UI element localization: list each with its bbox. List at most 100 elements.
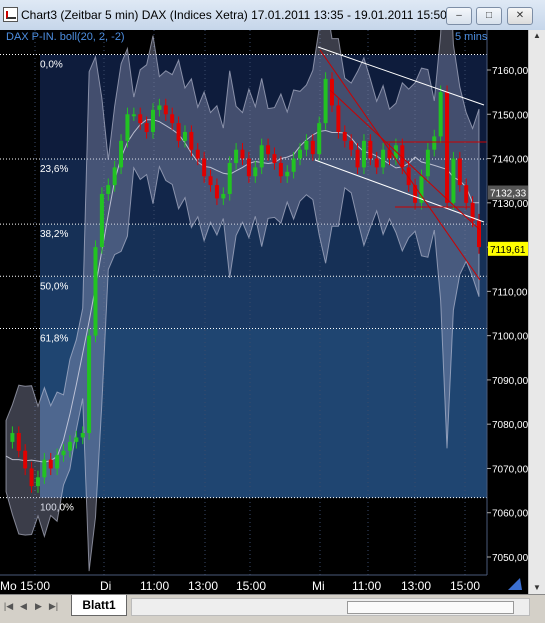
fib-label: 50,0% [40,281,68,292]
candle-body [61,450,66,456]
candle-body [29,468,34,487]
maximize-button[interactable]: □ [476,7,502,25]
candle-body [221,193,226,199]
time-tick-label: 13:00 [188,579,218,593]
candle-body [445,92,450,203]
candle-body [464,185,469,203]
candle-body [16,433,21,451]
candle-body [234,149,239,163]
price-tick-label: 7140,00 [492,155,528,166]
candle-body [106,185,111,194]
last-sheet-icon[interactable]: ▶| [48,600,59,612]
candle-body [298,149,303,159]
candle-body [214,185,219,199]
horizontal-scrollbar[interactable] [131,598,530,616]
price-tick-label: 7090,00 [492,376,528,387]
candle-body [240,149,245,159]
candle-body [266,145,271,155]
time-tick-label: 11:00 [140,579,169,593]
candle-body [246,158,251,177]
candle-body [349,140,354,150]
price-chart[interactable]: 0,0%23,6%38,2%50,0%61,8%100,0%7160,00715… [0,0,529,594]
candle-body [438,92,443,137]
chart-app-icon [3,7,18,22]
candle-body [151,109,156,132]
candle-body [342,131,347,141]
candle-body [87,335,92,434]
candle-body [163,105,168,115]
sheet-tab-blatt1[interactable]: Blatt1 [71,595,127,616]
candle-body [432,136,437,150]
fib-label: 23,6% [40,164,68,175]
candle-body [361,140,366,168]
fib-zone [40,328,487,498]
indicator-label: DAX P-IN. boll(20, 2, -2) [6,31,125,43]
candle-body [413,185,418,203]
candle-body [387,149,392,159]
candle-body [368,140,373,159]
price-badge-label: 7132,33 [490,189,527,200]
next-sheet-icon[interactable]: ▶ [33,600,44,612]
time-tick-label: 11:00 [352,579,381,593]
fib-label: 61,8% [40,334,68,345]
candle-body [317,123,322,155]
candle-body [55,455,60,469]
fib-label: 0,0% [40,60,63,71]
candle-body [131,114,136,117]
time-tick-label: Mi [312,579,325,593]
candle-body [336,105,341,132]
candle-body [259,145,264,168]
price-tick-label: 7110,00 [492,287,528,298]
candle-body [144,123,149,132]
price-badge-label: 7119,61 [490,245,526,256]
price-tick-label: 7060,00 [492,509,528,520]
candle-body [182,131,187,141]
candle-body [74,437,79,442]
window-titlebar: Chart3 (Zeitbar 5 min) DAX (Indices Xetr… [0,0,545,31]
candle-body [374,158,379,168]
chart-area[interactable]: 0,0% 23,6% 38,2% 50,0% 61,8% 100,0% 7160,00 715… [0,0,529,594]
vertical-scrollbar[interactable]: ▲ ▼ [528,30,545,594]
candle-body [138,114,143,124]
time-tick-label: Di [100,579,111,593]
price-tick-label: 7150,00 [492,110,528,121]
candle-body [42,459,47,478]
candle-body [253,167,258,177]
candle-body [355,149,360,168]
prev-sheet-icon[interactable]: ◀ [18,600,29,612]
candle-body [304,140,309,150]
candle-body [457,158,462,186]
price-tick-label: 7130,00 [492,199,528,210]
candle-body [208,176,213,186]
sheet-bar: |◀ ◀ ▶ ▶| Blatt1 [0,594,545,623]
candle-body [119,140,124,168]
candle-body [48,459,53,469]
window-title: Chart3 (Zeitbar 5 min) DAX (Indices Xetr… [21,8,447,22]
candle-body [310,140,315,155]
candle-body [112,167,117,186]
time-tick-label: Mo 15:00 [0,579,50,593]
first-sheet-icon[interactable]: |◀ [3,600,14,612]
candle-body [278,162,283,177]
candle-body [272,154,277,163]
interval-label: 5 mins [455,31,488,43]
candle-body [176,123,181,141]
candle-body [477,220,481,248]
candle-body [10,433,15,442]
candle-body [189,131,194,150]
candle-body [451,158,456,203]
candle-body [93,247,98,336]
candle-body [99,193,104,248]
close-button[interactable]: ✕ [507,7,533,25]
price-tick-label: 7100,00 [492,332,528,343]
candle-body [291,158,296,172]
candle-body [67,441,72,451]
price-tick-label: 7160,00 [492,66,528,77]
time-tick-label: 15:00 [236,579,266,593]
candle-body [125,114,130,141]
scroll-down-icon[interactable]: ▼ [532,583,542,593]
scroll-up-icon[interactable]: ▲ [532,31,542,41]
candle-body [381,149,386,168]
minimize-button[interactable]: – [446,7,472,25]
scroll-thumb[interactable] [347,601,514,614]
